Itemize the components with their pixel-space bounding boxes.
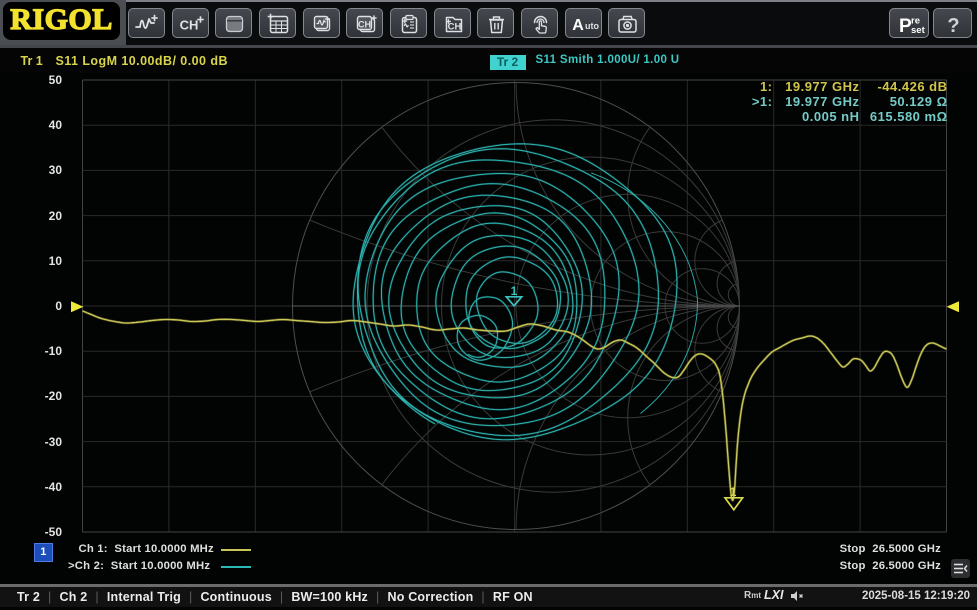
svg-text:1: 1 xyxy=(730,485,737,499)
svg-text:1: 1 xyxy=(511,284,518,298)
